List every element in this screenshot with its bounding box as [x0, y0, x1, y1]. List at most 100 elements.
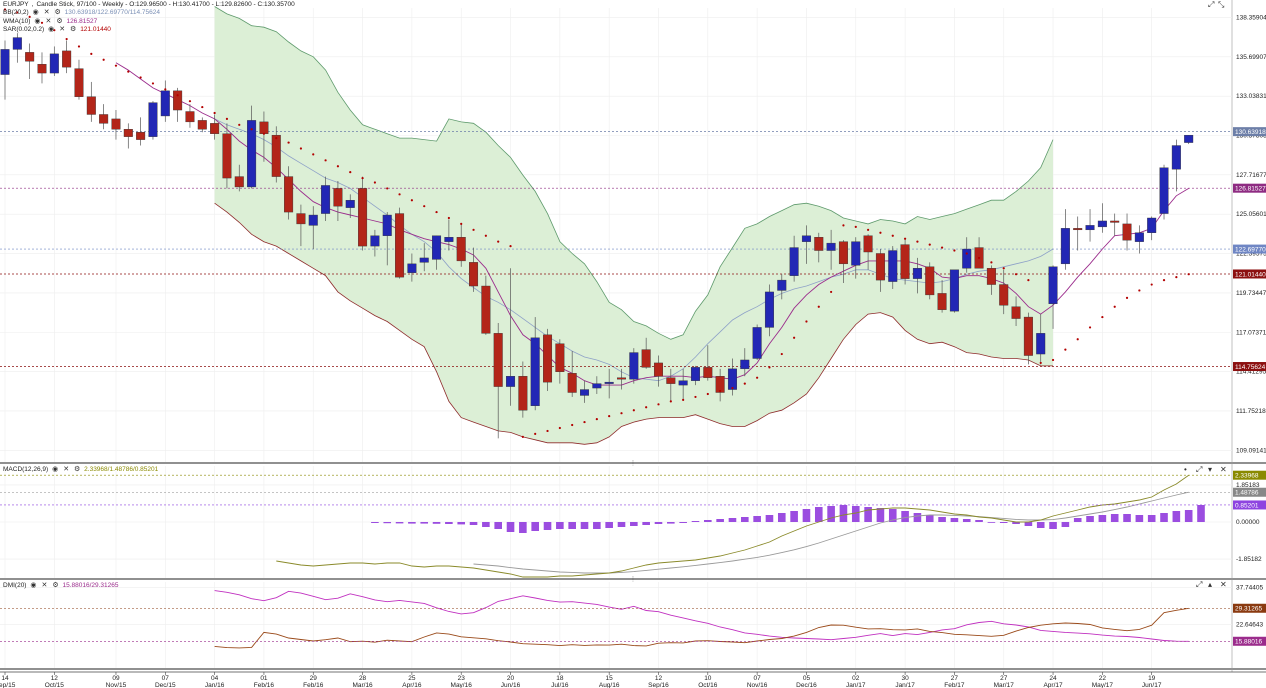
close-icon[interactable]: ✕: [58, 26, 66, 34]
close-icon[interactable]: ✕: [40, 582, 48, 590]
x-tick-day: 10: [704, 675, 712, 682]
sar-dot: [953, 249, 956, 252]
macd-histogram-bar: [568, 522, 576, 529]
x-tick-day: 12: [51, 675, 59, 682]
macd-histogram-bar: [728, 518, 737, 522]
dmi-tick-label: 22.64643: [1236, 622, 1263, 629]
candle-body: [197, 120, 207, 130]
eye-icon[interactable]: ◉: [47, 26, 55, 34]
chart-canvas[interactable]: 138.35904135.69907133.03831130.37803127.…: [0, 0, 1266, 688]
sar-dot: [312, 153, 315, 156]
sar-dot: [1051, 358, 1055, 362]
candle-body: [937, 293, 947, 310]
price-tick-label: 117.07371: [1236, 329, 1266, 336]
x-tick-month: Feb/16: [303, 682, 324, 688]
macd-values: 2.33968/1.48786/0.85201: [84, 466, 159, 473]
eye-icon[interactable]: ◉: [33, 18, 41, 26]
gear-icon[interactable]: ⚙: [69, 26, 77, 34]
sar-dot: [805, 320, 808, 323]
macd-histogram-bar: [938, 517, 946, 522]
sar-dot: [731, 386, 734, 390]
macd-histogram-bar: [962, 519, 971, 522]
sar-dot: [484, 234, 487, 237]
shrink-icon[interactable]: ⤡: [1218, 0, 1224, 10]
x-tick-day: 24: [1049, 675, 1057, 682]
macd-histogram-bar: [1036, 522, 1045, 528]
wma-label: WMA(10): [3, 17, 31, 25]
candle-body: [962, 248, 972, 269]
macd-histogram-bar: [457, 522, 466, 525]
candle-body: [518, 376, 528, 411]
gear-icon[interactable]: ⚙: [51, 582, 59, 590]
expand-icon[interactable]: ⤢: [1196, 465, 1202, 475]
x-tick-month: Jan/17: [846, 682, 866, 688]
gear-icon[interactable]: ⚙: [54, 9, 62, 17]
candle-body: [62, 50, 72, 68]
macd-tick-label: -1.85182: [1236, 556, 1262, 563]
sar-dot: [201, 105, 204, 109]
sar-dot: [571, 423, 574, 427]
candle-body: [284, 176, 294, 213]
dot-menu-icon[interactable]: •: [1184, 465, 1187, 474]
candle-body: [777, 279, 787, 291]
macd-level-label: 0.85201: [1235, 502, 1259, 509]
macd-histogram-bar: [790, 511, 798, 522]
price-tick-label: 138.35904: [1236, 14, 1266, 21]
sar-dot: [916, 240, 919, 243]
sar-dot: [127, 70, 130, 73]
macd-histogram-bar: [827, 506, 835, 522]
sar-dot: [669, 400, 672, 403]
close-icon[interactable]: ✕: [44, 18, 52, 26]
x-tick-month: Nov/16: [747, 682, 768, 688]
close-icon[interactable]: ✕: [62, 466, 70, 474]
macd-histogram-bar: [432, 522, 441, 524]
close-icon[interactable]: ✕: [43, 9, 51, 17]
gear-icon[interactable]: ⚙: [73, 466, 81, 474]
close-icon[interactable]: ✕: [1220, 580, 1227, 589]
macd-histogram-bar: [999, 522, 1008, 523]
sar-dot: [90, 52, 93, 55]
candle-body: [629, 352, 639, 380]
dmi-level-label: 29.31265: [1235, 606, 1262, 613]
macd-histogram-bar: [642, 522, 650, 525]
x-tick-day: 19: [1148, 675, 1156, 682]
candle-body: [555, 343, 565, 372]
x-tick-month: Sep/16: [648, 682, 669, 688]
candle-body: [666, 377, 676, 384]
macd-histogram-bar: [765, 515, 774, 522]
eye-icon[interactable]: ◉: [29, 582, 37, 590]
expand-icon[interactable]: ⤢: [1208, 0, 1214, 10]
sar-dot: [694, 395, 697, 399]
candle-body: [789, 247, 799, 276]
x-tick-month: May/17: [1092, 682, 1114, 688]
dmi-legend: DMI(20) ◉ ✕ ⚙ 15.88016/29.31265: [3, 582, 119, 590]
candle-body: [863, 235, 873, 253]
sar-dot: [1162, 279, 1166, 282]
move-up-icon[interactable]: ▴: [1208, 580, 1212, 589]
price-tick-label: 111.75218: [1236, 408, 1266, 415]
x-tick-month: Jan/16: [205, 682, 225, 688]
candle-body: [678, 380, 688, 386]
macd-histogram-bar: [506, 522, 515, 532]
expand-icon[interactable]: ⤢: [1196, 580, 1202, 590]
sar-dot: [583, 420, 586, 424]
macd-histogram-bar: [1147, 515, 1156, 522]
sar-dot: [965, 252, 968, 255]
close-icon[interactable]: ✕: [1220, 465, 1227, 474]
gear-icon[interactable]: ⚙: [55, 18, 63, 26]
eye-icon[interactable]: ◉: [51, 466, 59, 474]
x-tick-month: Jun/17: [1142, 682, 1162, 688]
x-tick-day: 27: [1000, 675, 1008, 682]
move-down-icon[interactable]: ▾: [1208, 465, 1212, 474]
sar-dot: [460, 222, 463, 226]
macd-histogram-bar: [1160, 513, 1168, 522]
x-tick-month: Nov/15: [106, 682, 127, 688]
sar-dot: [114, 64, 118, 67]
x-tick-month: Jul/16: [551, 682, 569, 688]
candle-body: [506, 376, 516, 387]
price-level-label: 122.69770: [1235, 246, 1266, 253]
candle-body: [25, 52, 35, 62]
eye-icon[interactable]: ◉: [32, 9, 40, 17]
x-tick-day: 07: [754, 675, 762, 682]
sar-dot: [842, 224, 845, 227]
